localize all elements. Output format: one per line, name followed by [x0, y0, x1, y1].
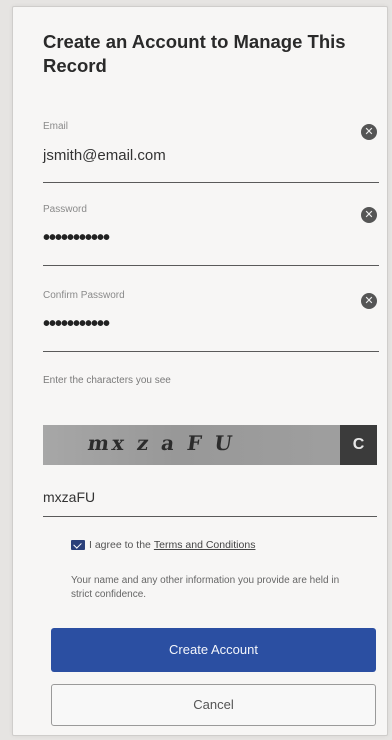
create-account-card: Create an Account to Manage This Record …: [12, 6, 388, 736]
agree-text: I agree to the: [89, 539, 151, 551]
password-field[interactable]: Password ••••••••••• ✕: [43, 204, 379, 266]
cancel-button[interactable]: Cancel: [51, 684, 376, 726]
terms-agreement: I agree to the Terms and Conditions: [71, 539, 255, 551]
captcha-refresh-button[interactable]: C: [340, 425, 377, 465]
clear-icon[interactable]: ✕: [361, 207, 377, 223]
captcha-input[interactable]: mxzaFU: [43, 477, 377, 517]
create-account-button[interactable]: Create Account: [51, 628, 376, 672]
form-title: Create an Account to Manage This Record: [43, 31, 346, 76]
confirm-password-field[interactable]: Confirm Password ••••••••••• ✕: [43, 290, 379, 352]
clear-icon[interactable]: ✕: [361, 124, 377, 140]
privacy-note: Your name and any other information you …: [71, 575, 340, 600]
confirm-password-label: Confirm Password: [43, 290, 125, 301]
captcha-input-value[interactable]: mxzaFU: [43, 489, 95, 505]
email-value[interactable]: jsmith@email.com: [43, 147, 166, 164]
email-field[interactable]: Email jsmith@email.com ✕: [43, 121, 379, 183]
captcha-image: mx z a F U C: [43, 425, 377, 465]
confirm-password-value[interactable]: •••••••••••: [43, 313, 110, 336]
agree-checkbox[interactable]: [71, 540, 85, 550]
password-label: Password: [43, 204, 87, 215]
password-value[interactable]: •••••••••••: [43, 227, 110, 250]
captcha-text: mx z a F U: [86, 431, 237, 455]
captcha-label: Enter the characters you see: [43, 375, 171, 386]
terms-link[interactable]: Terms and Conditions: [154, 539, 256, 551]
email-label: Email: [43, 121, 69, 132]
clear-icon[interactable]: ✕: [361, 293, 377, 309]
